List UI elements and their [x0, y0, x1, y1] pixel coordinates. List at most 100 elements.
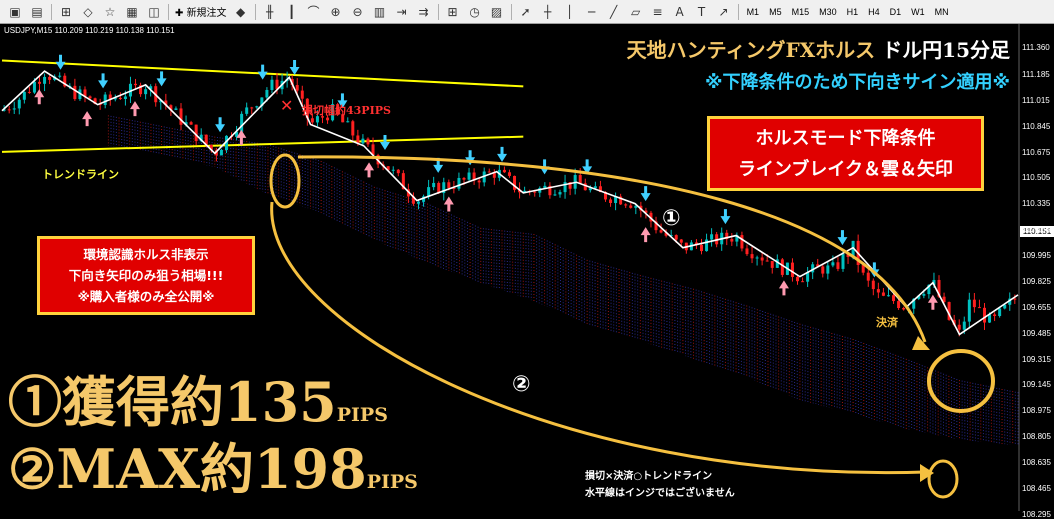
candle-body [88, 96, 92, 99]
settle-label: 決済 [876, 316, 898, 329]
candle-body [73, 85, 77, 100]
toolbar-divider [737, 3, 739, 20]
crosshair-icon[interactable]: ┼ [538, 3, 558, 21]
autotrading-icon[interactable]: ◆ [231, 3, 251, 21]
candle-body [765, 260, 769, 262]
stoploss-mark-icon: ✕ [280, 96, 294, 115]
candle-body [462, 177, 466, 180]
price-tick-label: 109.825 [1022, 276, 1051, 286]
timeframe-m30[interactable]: M30 [814, 7, 842, 17]
candle-body [836, 262, 840, 269]
candle-body [391, 169, 395, 171]
candle-body [38, 81, 42, 84]
candle-body [922, 294, 926, 296]
timeframe-m1[interactable]: M1 [742, 7, 765, 17]
candle-body [674, 235, 678, 240]
tester-icon[interactable]: ◫ [144, 3, 164, 21]
down-arrow-icon [215, 117, 226, 133]
profiles-icon[interactable]: ▤ [27, 3, 47, 21]
chart-subtitle: ※下降条件のため下向きサイン適用※ [705, 72, 1010, 93]
candle-body [351, 121, 355, 136]
market-watch-icon[interactable]: ⊞ [56, 3, 76, 21]
price-tick-label: 109.995 [1022, 251, 1051, 261]
settle-arrowhead-icon [912, 336, 930, 350]
candle-body [123, 96, 127, 100]
price-tick-label: 111.360 [1022, 43, 1050, 53]
candle-body [22, 91, 26, 100]
arrows-tool-icon[interactable]: ↗ [714, 3, 734, 21]
down-arrow-icon [289, 60, 300, 76]
bar-chart-icon[interactable]: ╫ [260, 3, 280, 21]
down-arrow-icon [257, 64, 268, 80]
line-chart-icon[interactable]: ⌒ [304, 3, 324, 21]
new-order-label: 新規注文 [186, 8, 227, 19]
up-arrow-icon [364, 162, 375, 178]
price-tick-label: 110.505 [1022, 173, 1051, 183]
price-tick-label: 110.845 [1022, 121, 1051, 131]
chart-shift-icon[interactable]: ⇥ [392, 3, 412, 21]
condition-line-2: ラインブレイク＆雲＆矢印 [737, 159, 954, 180]
timeframe-h1[interactable]: H1 [842, 7, 864, 17]
candle-body [796, 276, 800, 282]
down-arrow-icon [55, 54, 66, 70]
up-arrow-icon [778, 280, 789, 296]
periods-icon[interactable]: ◷ [465, 3, 485, 21]
tile-windows-icon[interactable]: ▥ [370, 3, 390, 21]
candle-body [300, 90, 304, 99]
candle-body [507, 172, 511, 176]
navigator-icon[interactable]: ☆ [100, 3, 120, 21]
environment-box: 環境認識ホルス非表示 下向き矢印のみ狙う相場!!! ※購入者様のみ全公開※ [37, 236, 255, 315]
candle-body [58, 75, 62, 77]
candle-body [760, 257, 764, 261]
zoom-out-icon[interactable]: ⊖ [348, 3, 368, 21]
result-1-unit: PIPS [336, 404, 388, 426]
candle-body [866, 272, 870, 281]
timeframe-w1[interactable]: W1 [906, 7, 930, 17]
candle-body [967, 299, 971, 322]
candle-body [740, 235, 744, 249]
price-tick-label: 108.975 [1022, 406, 1051, 416]
fibonacci-icon[interactable]: ≡ [648, 3, 668, 21]
vertical-line-icon[interactable]: │ [560, 3, 580, 21]
timeframe-m15[interactable]: M15 [787, 7, 815, 17]
circle-1-label: ① [662, 206, 681, 231]
timeframe-m5[interactable]: M5 [764, 7, 787, 17]
timeframe-h4[interactable]: H4 [863, 7, 885, 17]
candle-body [801, 281, 805, 283]
candle-body [43, 76, 47, 84]
candle-body [881, 292, 885, 296]
timeframe-bar: M1 M5 M15 M30 H1 H4 D1 W1 MN [742, 7, 954, 17]
candle-chart-icon[interactable]: ┃ [282, 3, 302, 21]
new-chart-icon[interactable]: ▣ [5, 3, 25, 21]
trendline-icon[interactable]: ╱ [604, 3, 624, 21]
new-order-button[interactable]: ✚ 新規注文 [172, 4, 230, 19]
timeframe-mn[interactable]: MN [930, 7, 954, 17]
indicators-icon[interactable]: ⊞ [443, 3, 463, 21]
candle-body [396, 169, 400, 174]
label-tool-icon[interactable]: T [692, 3, 712, 21]
chart-area[interactable]: USDJPY,M15 110.209 110.219 110.138 110.1… [0, 24, 1054, 519]
entry-circle [269, 153, 301, 209]
cursor-icon[interactable]: ➚ [516, 3, 536, 21]
candle-body [886, 295, 890, 297]
candle-body [977, 307, 981, 309]
candle-body [629, 205, 633, 208]
candle-body [346, 121, 350, 123]
candle-body [861, 264, 865, 273]
data-window-icon[interactable]: ◇ [78, 3, 98, 21]
templates-icon[interactable]: ▨ [487, 3, 507, 21]
terminal-icon[interactable]: ▦ [122, 3, 142, 21]
candle-body [972, 299, 976, 308]
up-arrow-icon [640, 227, 651, 243]
candle-body [447, 182, 451, 188]
autoscroll-icon[interactable]: ⇉ [414, 3, 434, 21]
horizontal-line-icon[interactable]: ─ [582, 3, 602, 21]
candle-body [624, 204, 628, 206]
text-tool-icon[interactable]: A [670, 3, 690, 21]
zoom-in-icon[interactable]: ⊕ [326, 3, 346, 21]
symbol-quote: 110.209 110.219 110.138 110.151 [54, 26, 175, 35]
candle-body [477, 180, 481, 183]
candle-body [118, 97, 122, 100]
channel-icon[interactable]: ▱ [626, 3, 646, 21]
timeframe-d1[interactable]: D1 [885, 7, 907, 17]
